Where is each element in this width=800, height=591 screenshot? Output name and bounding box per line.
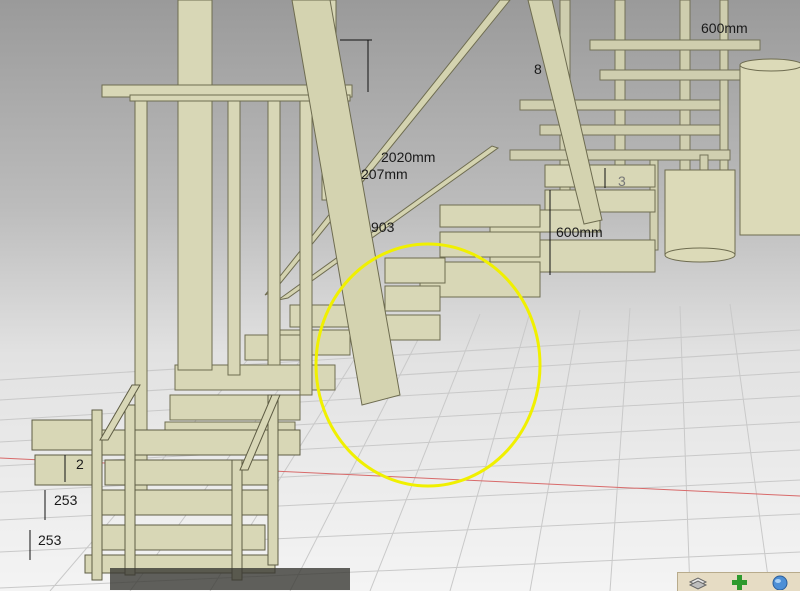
tank-right bbox=[739, 58, 800, 236]
dimension-label: 207mm bbox=[361, 166, 408, 182]
dimension-label: 8 bbox=[534, 61, 542, 77]
staircase-model[interactable] bbox=[0, 0, 800, 591]
3d-viewport[interactable]: 600mm 8 2020mm 207mm 903 600mm 3 2 253 2… bbox=[0, 0, 800, 591]
view-toolbar bbox=[677, 572, 800, 591]
dimension-label: 600mm bbox=[701, 20, 748, 36]
dimension-label: 2020mm bbox=[381, 149, 436, 165]
dimension-label: 253 bbox=[38, 532, 62, 548]
dimension-label: 2 bbox=[76, 456, 84, 472]
add-icon[interactable] bbox=[728, 574, 750, 590]
dimension-label: 3 bbox=[618, 173, 626, 189]
globe-icon[interactable] bbox=[769, 574, 791, 590]
tank-center bbox=[664, 169, 736, 263]
dimension-label: 253 bbox=[54, 492, 78, 508]
dimension-label: 600mm bbox=[556, 224, 603, 240]
dimension-label: 903 bbox=[371, 219, 395, 235]
layers-icon[interactable] bbox=[687, 574, 709, 590]
floor-shadow bbox=[110, 568, 350, 590]
